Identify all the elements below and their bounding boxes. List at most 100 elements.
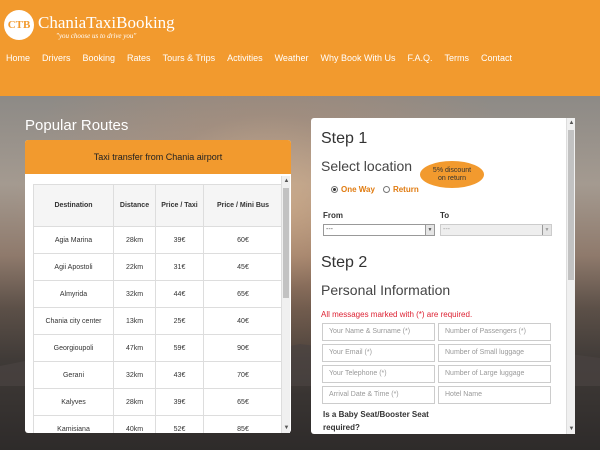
arrival-datetime-input[interactable]: Arrival Date & Time (*) xyxy=(322,386,435,404)
site-header: CTB ChaniaTaxiBooking "you choose us to … xyxy=(0,0,600,96)
table-cell: 65€ xyxy=(203,280,283,308)
table-cell: Kamisiana xyxy=(33,415,114,433)
table-cell: 65€ xyxy=(203,388,283,416)
table-row: Agii Apostoli 22km 31€ 45€ xyxy=(33,253,283,281)
table-cell: 70€ xyxy=(203,361,283,389)
table-cell: 40km xyxy=(113,415,156,433)
table-cell: 59€ xyxy=(155,334,204,362)
step2-heading: Step 2 xyxy=(321,254,368,271)
from-label: From xyxy=(323,211,343,220)
table-cell: 90€ xyxy=(203,334,283,362)
table-cell: 28km xyxy=(113,226,156,254)
discount-badge: 5% discount on return xyxy=(420,161,484,188)
from-select[interactable]: --- ▼ xyxy=(323,224,435,236)
table-cell: 47km xyxy=(113,334,156,362)
table-cell: Gerani xyxy=(33,361,114,389)
required-message: All messages marked with (*) are require… xyxy=(321,310,473,319)
discount-line1: 5% discount xyxy=(432,167,472,174)
return-label: Return xyxy=(392,185,419,194)
personal-info-heading: Personal Information xyxy=(321,282,451,298)
logo-tagline: "you choose us to drive you" xyxy=(56,32,137,40)
logo-badge[interactable]: CTB xyxy=(4,10,34,40)
table-cell: 39€ xyxy=(155,388,204,416)
table-cell: 25€ xyxy=(155,307,204,335)
table-cell: 22km xyxy=(113,253,156,281)
table-cell: 60€ xyxy=(203,226,283,254)
table-cell: 32km xyxy=(113,280,156,308)
nav-contact[interactable]: Contact xyxy=(475,51,518,65)
table-cell: 32km xyxy=(113,361,156,389)
scroll-thumb[interactable] xyxy=(568,130,574,280)
nav-faq[interactable]: F.A.Q. xyxy=(401,51,438,65)
return-radio[interactable]: Return xyxy=(382,185,419,194)
nav-drivers[interactable]: Drivers xyxy=(36,51,77,65)
one-way-label: One Way xyxy=(341,185,375,194)
routes-header: Taxi transfer from Chania airport xyxy=(25,140,291,174)
table-row: Almyrida 32km 44€ 65€ xyxy=(33,280,283,308)
scroll-up-icon[interactable]: ▲ xyxy=(282,176,291,186)
nav-activities[interactable]: Activities xyxy=(221,51,269,65)
table-row: Georgioupoli 47km 59€ 90€ xyxy=(33,334,283,362)
routes-scrollbar[interactable]: ▲ ▼ xyxy=(281,176,290,433)
table-cell: Agia Marina xyxy=(33,226,114,254)
scroll-down-icon[interactable]: ▼ xyxy=(567,424,576,434)
table-cell: 45€ xyxy=(203,253,283,281)
scroll-up-icon[interactable]: ▲ xyxy=(567,118,576,128)
column-header: Price / Taxi xyxy=(155,184,204,227)
table-cell: 31€ xyxy=(155,253,204,281)
small-luggage-input[interactable]: Number of Small luggage xyxy=(438,344,551,362)
table-cell: 13km xyxy=(113,307,156,335)
scroll-thumb[interactable] xyxy=(283,188,289,298)
column-header: Destination xyxy=(33,184,114,227)
nav-tours-trips[interactable]: Tours & Trips xyxy=(157,51,222,65)
nav-why-book[interactable]: Why Book With Us xyxy=(314,51,401,65)
table-cell: 44€ xyxy=(155,280,204,308)
table-cell: Agii Apostoli xyxy=(33,253,114,281)
routes-card: Taxi transfer from Chania airport Destin… xyxy=(25,140,291,433)
telephone-input[interactable]: Your Telephone (*) xyxy=(322,365,435,383)
large-luggage-input[interactable]: Number of Large luggage xyxy=(438,365,551,383)
trip-type-radio-group: One Way Return xyxy=(331,185,419,194)
table-cell: Georgioupoli xyxy=(33,334,114,362)
table-row: Chania city center 13km 25€ 40€ xyxy=(33,307,283,335)
to-select: --- ▼ xyxy=(440,224,552,236)
table-cell: 28km xyxy=(113,388,156,416)
table-cell: Kalyves xyxy=(33,388,114,416)
from-select-value: --- xyxy=(326,226,333,233)
passengers-input[interactable]: Number of Passengers (*) xyxy=(438,323,551,341)
table-row: Gerani 32km 43€ 70€ xyxy=(33,361,283,389)
dropdown-arrow-icon[interactable]: ▼ xyxy=(425,225,434,235)
nav-rates[interactable]: Rates xyxy=(121,51,157,65)
routes-title: Popular Routes xyxy=(25,117,129,134)
logo-name[interactable]: ChaniaTaxiBooking xyxy=(38,13,175,33)
to-label: To xyxy=(440,211,450,220)
select-location-heading: Select location xyxy=(321,158,413,174)
radio-selected-icon[interactable] xyxy=(331,186,338,193)
email-input[interactable]: Your Email (*) xyxy=(322,344,435,362)
one-way-radio[interactable]: One Way xyxy=(331,185,375,194)
table-row: Agia Marina 28km 39€ 60€ xyxy=(33,226,283,254)
name-input[interactable]: Your Name & Surname (*) xyxy=(322,323,435,341)
table-cell: 43€ xyxy=(155,361,204,389)
table-cell: 40€ xyxy=(203,307,283,335)
routes-table: Destination Distance Price / Taxi Price … xyxy=(33,184,283,433)
scroll-down-icon[interactable]: ▼ xyxy=(282,423,291,433)
table-cell: 85€ xyxy=(203,415,283,433)
nav-home[interactable]: Home xyxy=(0,51,36,65)
radio-empty-icon[interactable] xyxy=(382,186,390,193)
table-cell: 39€ xyxy=(155,226,204,254)
form-scrollbar[interactable]: ▲ ▼ xyxy=(566,118,575,434)
table-cell: 52€ xyxy=(155,415,204,433)
routes-table-wrapper[interactable]: Destination Distance Price / Taxi Price … xyxy=(33,184,283,433)
nav-weather[interactable]: Weather xyxy=(269,51,315,65)
column-header: Price / Mini Bus xyxy=(203,184,283,227)
discount-line2: on return xyxy=(437,175,467,182)
table-cell: Almyrida xyxy=(33,280,114,308)
baby-seat-question: Is a Baby Seat/Booster Seat required? xyxy=(323,410,429,432)
hotel-name-input[interactable]: Hotel Name xyxy=(438,386,551,404)
step1-heading: Step 1 xyxy=(321,130,368,147)
nav-booking[interactable]: Booking xyxy=(77,51,122,65)
nav-terms[interactable]: Terms xyxy=(438,51,475,65)
main-nav: Home Drivers Booking Rates Tours & Trips… xyxy=(0,51,518,65)
booking-form: Step 1 Select location 5% discount on re… xyxy=(311,118,575,434)
